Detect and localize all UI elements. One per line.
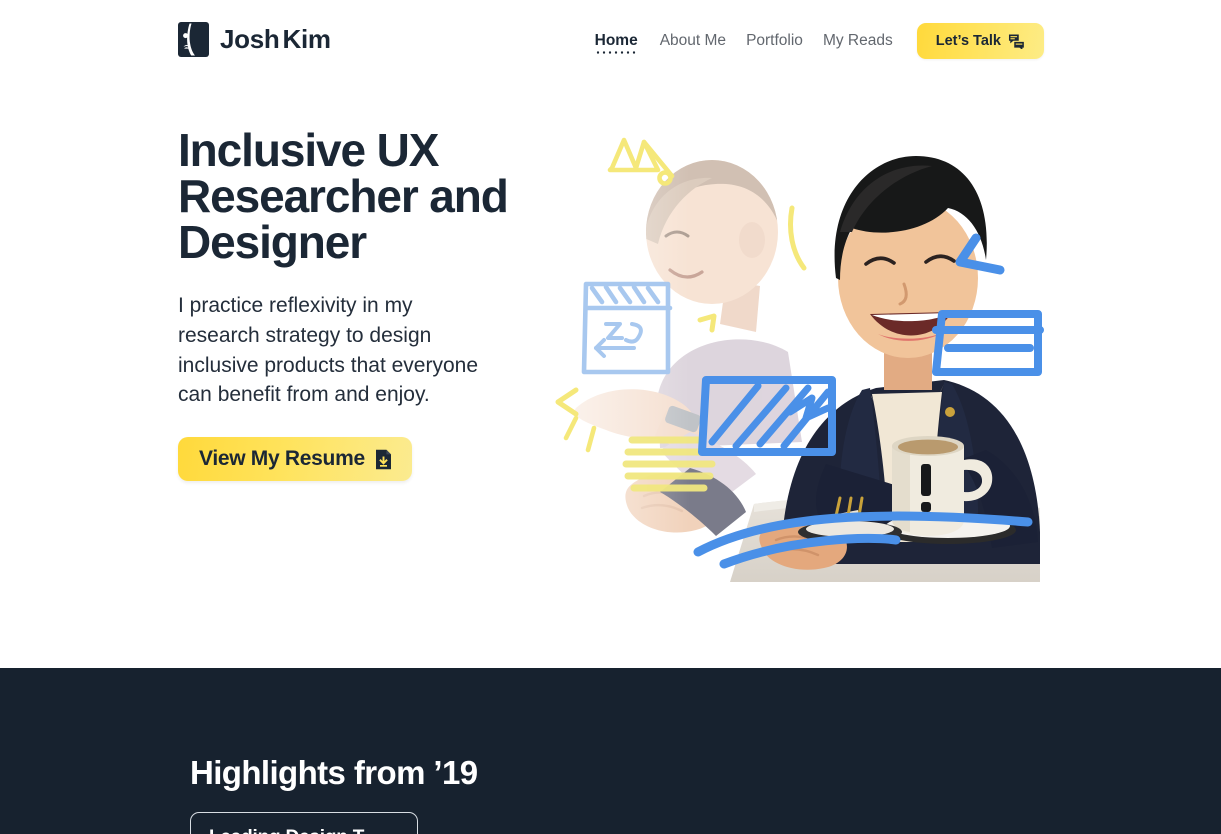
site-header: Josh Kim Home About Me Portfolio My Reads… (0, 0, 1221, 82)
hero-title-line-1: Inclusive UX (178, 124, 439, 176)
page-root: Josh Kim Home About Me Portfolio My Reads… (0, 0, 1221, 834)
hero-subtitle: I practice reflexivity in my research st… (178, 294, 478, 407)
brand-name: Josh Kim (220, 24, 331, 55)
view-my-resume-button[interactable]: View My Resume (178, 437, 412, 482)
highlights-title: Highlights from ’19 (190, 754, 478, 791)
nav-item-about-me[interactable]: About Me (650, 22, 736, 60)
highlight-card-label: Leading Design T (209, 827, 364, 834)
hero-title-line-2: Researcher and (178, 170, 509, 222)
hero-title-line-3: Designer (178, 216, 367, 268)
view-my-resume-label: View My Resume (199, 447, 365, 471)
nav-item-home[interactable]: Home (587, 22, 646, 60)
hero-illustration (540, 112, 1060, 582)
hero-section: Inclusive UX Researcher and Designer I p… (0, 82, 1221, 668)
brand-first-name: Josh (220, 24, 280, 54)
chat-message-icon (1008, 34, 1024, 49)
highlights-section: Highlights from ’19 (0, 668, 1221, 834)
nav-item-my-reads[interactable]: My Reads (813, 22, 903, 60)
profile-silhouette-logo-icon (178, 22, 209, 57)
file-download-icon (375, 449, 391, 469)
main-navigation: Home About Me Portfolio My Reads Let’s T… (587, 22, 1044, 60)
lets-talk-label: Let’s Talk (935, 33, 1001, 49)
highlight-card-leading-design-team[interactable]: Leading Design T (190, 812, 418, 834)
brand-last-name: Kim (282, 24, 331, 54)
hero-illustration-artwork (540, 112, 1044, 582)
hero-copy: Inclusive UX Researcher and Designer I p… (178, 124, 509, 482)
lets-talk-button[interactable]: Let’s Talk (916, 23, 1044, 59)
brand-logo-link[interactable]: Josh Kim (178, 22, 331, 57)
nav-item-portfolio[interactable]: Portfolio (736, 22, 813, 60)
hero-title: Inclusive UX Researcher and Designer (178, 124, 509, 268)
